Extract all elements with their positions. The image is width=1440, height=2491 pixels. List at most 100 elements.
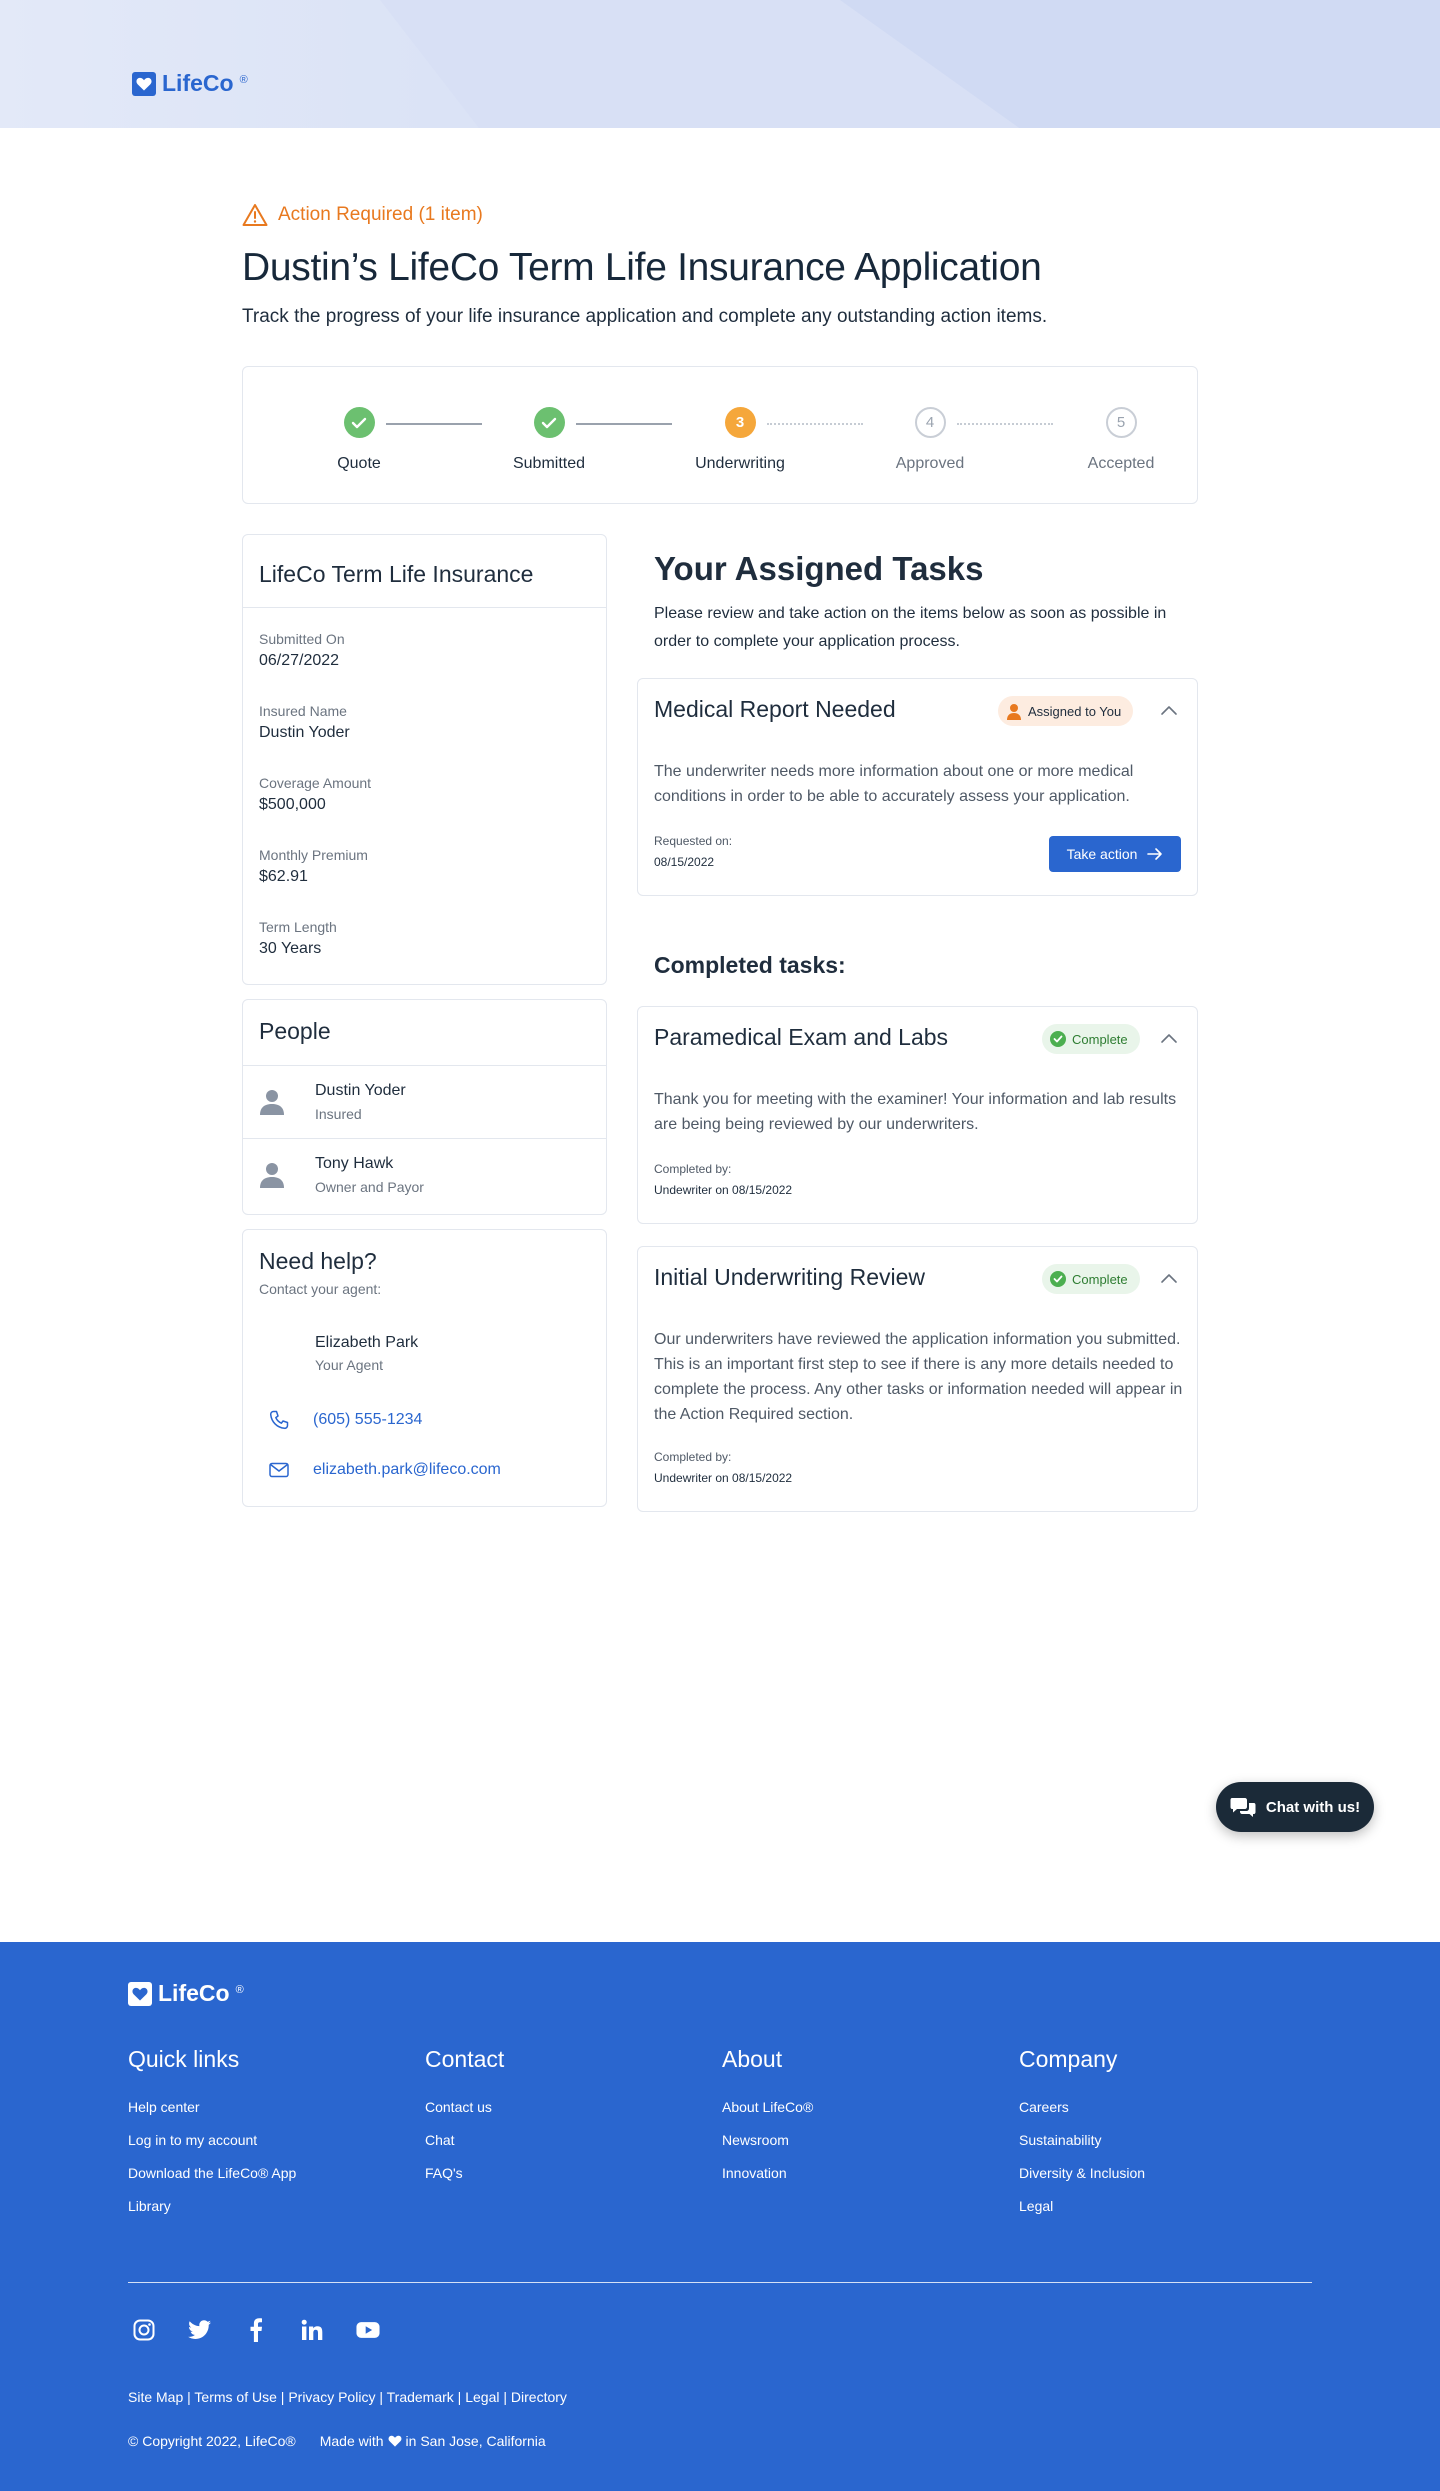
made-suffix: in San Jose, California [405, 2433, 546, 2449]
step-connector [767, 423, 863, 425]
agent-name: Elizabeth Park [315, 1334, 419, 1351]
tasks-intro: Please review and take action on the ite… [654, 605, 1167, 650]
step-submitted: Submitted [479, 407, 619, 473]
check-circle-icon [1050, 1271, 1066, 1287]
step-accepted: 5 Accepted [1051, 407, 1191, 473]
footer-link[interactable]: Legal [1019, 2198, 1145, 2214]
need-help-card: Need help? Contact your agent: Elizabeth… [242, 1229, 607, 1507]
badge-text: Complete [1072, 1271, 1128, 1287]
footer-heading: Quick links [128, 2046, 240, 2072]
field-value: Dustin Yoder [259, 724, 350, 741]
task-meta-value: 08/15/2022 [654, 855, 715, 869]
footer-logo[interactable]: LifeCo ® [128, 1980, 244, 2007]
footer-link[interactable]: Diversity & Inclusion [1019, 2165, 1145, 2181]
field-label: Monthly Premium [259, 847, 368, 863]
step-number: 4 [914, 407, 946, 438]
footer-link[interactable]: Chat [425, 2132, 504, 2148]
task-title: Paramedical Exam and Labs [654, 1024, 949, 1050]
chat-button[interactable]: Chat with us! [1216, 1782, 1374, 1832]
task-meta-label: Requested on: [654, 834, 733, 848]
chevron-up-icon[interactable] [1158, 700, 1180, 722]
legal-link-trademark[interactable]: Trademark [387, 2389, 454, 2405]
policy-title: LifeCo Term Life Insurance [243, 535, 606, 608]
footer-link[interactable]: Log in to my account [128, 2132, 296, 2148]
mail-icon [269, 1462, 289, 1478]
check-circle-icon [1050, 1031, 1066, 1047]
person-role: Insured [315, 1106, 362, 1122]
policy-field-coverage-amount: Coverage Amount $500,000 [259, 775, 371, 814]
person-name: Tony Hawk [315, 1155, 394, 1172]
footer-column-about: About About LifeCo® Newsroom Innovation [722, 2046, 813, 2198]
footer-heading: About [722, 2046, 783, 2072]
step-label: Submitted [512, 455, 586, 472]
step-label: Quote [337, 455, 381, 472]
badge-text: Complete [1072, 1031, 1128, 1047]
agent-phone[interactable]: (605) 555-1234 [313, 1411, 422, 1429]
person-icon [259, 1161, 285, 1194]
legal-link-legal[interactable]: Legal [465, 2389, 499, 2405]
twitter-icon[interactable] [188, 2318, 212, 2342]
completed-heading: Completed tasks: [654, 952, 846, 978]
footer-link[interactable]: Help center [128, 2099, 296, 2115]
badge-text: Assigned to You [1028, 703, 1122, 719]
social-links [132, 2318, 380, 2342]
legal-link-privacy[interactable]: Privacy Policy [288, 2389, 375, 2405]
step-number: 5 [1105, 407, 1137, 438]
footer-link[interactable]: Careers [1019, 2099, 1145, 2115]
footer-link[interactable]: Innovation [722, 2165, 813, 2181]
help-subtitle: Contact your agent: [259, 1281, 382, 1297]
field-label: Coverage Amount [259, 775, 372, 791]
take-action-label: Take action [1066, 846, 1138, 862]
take-action-button[interactable]: Take action [1049, 836, 1181, 872]
person-icon [1007, 703, 1021, 720]
policy-field-term-length: Term Length 30 Years [259, 919, 337, 958]
footer-link[interactable]: Library [128, 2198, 296, 2214]
step-connector [576, 423, 672, 425]
person-icon [259, 1088, 285, 1121]
people-card: People Dustin Yoder Insured Tony Hawk Ow… [242, 999, 607, 1215]
agent-email-link[interactable]: elizabeth.park@lifeco.com [269, 1461, 501, 1479]
agent-role: Your Agent [315, 1357, 383, 1373]
complete-badge: Complete [1042, 1024, 1140, 1054]
phone-icon [269, 1410, 289, 1430]
footer-link[interactable]: FAQ's [425, 2165, 504, 2181]
progress-tracker: Quote Submitted 3 Underwriting 4 Approve… [242, 366, 1198, 504]
step-label: Accepted [1087, 455, 1155, 472]
person-role: Owner and Payor [315, 1179, 424, 1195]
arrow-right-icon [1147, 848, 1163, 860]
footer-link[interactable]: Newsroom [722, 2132, 813, 2148]
heart-icon [388, 2435, 401, 2447]
footer-link[interactable]: Contact us [425, 2099, 504, 2115]
tasks-title: Your Assigned Tasks [654, 550, 984, 587]
site-footer: LifeCo ® Quick links Help center Log in t… [0, 1942, 1440, 2491]
chat-bubbles-icon [1230, 1798, 1256, 1817]
linkedin-icon[interactable] [300, 2318, 324, 2342]
youtube-icon[interactable] [356, 2318, 380, 2342]
facebook-icon[interactable] [244, 2318, 268, 2342]
alert-text: Action Required (1 item) [278, 204, 483, 225]
step-number: 3 [724, 407, 756, 438]
footer-link[interactable]: Sustainability [1019, 2132, 1145, 2148]
agent-email[interactable]: elizabeth.park@lifeco.com [313, 1461, 501, 1479]
task-body: Our underwriters have reviewed the appli… [654, 1331, 1183, 1423]
instagram-icon[interactable] [132, 2318, 156, 2342]
footer-link[interactable]: Download the LifeCo® App [128, 2165, 296, 2181]
footer-link[interactable]: About LifeCo® [722, 2099, 813, 2115]
step-approved: 4 Approved [860, 407, 1000, 473]
page-title: Dustin’s LifeCo Term Life Insurance Appl… [242, 246, 1042, 289]
people-title: People [243, 1000, 606, 1066]
brand-mark: ® [239, 73, 248, 86]
chevron-up-icon[interactable] [1158, 1268, 1180, 1290]
task-body: The underwriter needs more information a… [654, 763, 1134, 805]
footer-column-company: Company Careers Sustainability Diversity… [1019, 2046, 1145, 2231]
legal-links: Site Map | Terms of Use | Privacy Policy… [128, 2389, 567, 2405]
legal-link-site-map[interactable]: Site Map [128, 2389, 183, 2405]
chevron-up-icon[interactable] [1158, 1028, 1180, 1050]
task-card-medical-report: Medical Report Needed Assigned to You Th… [637, 678, 1198, 896]
agent-phone-link[interactable]: (605) 555-1234 [269, 1410, 422, 1430]
task-card-initial-review: Initial Underwriting Review Complete Our… [637, 1246, 1198, 1512]
header-logo[interactable]: LifeCo ® [132, 70, 248, 97]
legal-link-directory[interactable]: Directory [511, 2389, 567, 2405]
legal-link-terms[interactable]: Terms of Use [194, 2389, 276, 2405]
action-required-alert: Action Required (1 item) [242, 203, 483, 227]
